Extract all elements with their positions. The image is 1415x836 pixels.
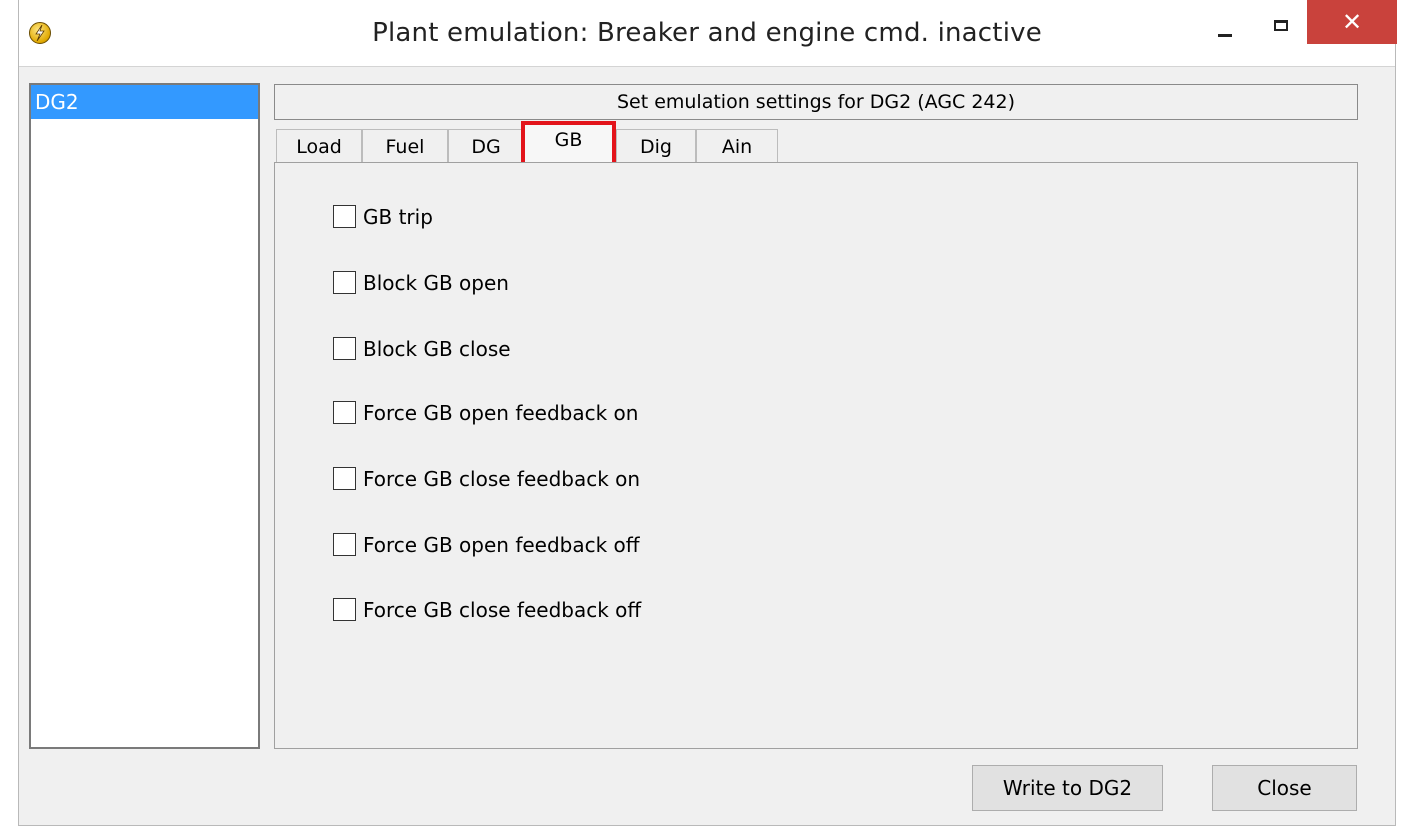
close-button[interactable]: Close [1212,765,1357,811]
close-window-button[interactable]: ✕ [1307,0,1397,44]
checkbox-label: Block GB open [363,271,509,295]
checkbox-label: Force GB open feedback on [363,401,639,425]
checkbox-label: Force GB close feedback off [363,598,642,622]
checkbox-box[interactable] [333,205,356,228]
checkbox-box[interactable] [333,271,356,294]
tab-dg[interactable]: DG [448,129,524,163]
checkbox-label: Block GB close [363,337,511,361]
checkbox-box[interactable] [333,533,356,556]
checkbox-box[interactable] [333,337,356,360]
tab-dig[interactable]: Dig [616,129,696,163]
checkbox-box[interactable] [333,467,356,490]
tab-load[interactable]: Load [276,129,362,163]
list-item[interactable]: DG2 [31,85,258,119]
checkbox-box[interactable] [333,598,356,621]
plant-emulation-window: Plant emulation: Breaker and engine cmd.… [18,0,1397,826]
close-icon: ✕ [1341,8,1363,36]
maximize-icon [1274,20,1288,31]
checkbox-label: GB trip [363,205,433,229]
window-title: Plant emulation: Breaker and engine cmd.… [372,18,1042,48]
minimize-icon [1218,34,1232,37]
checkbox-box[interactable] [333,401,356,424]
checkbox-label: Force GB close feedback on [363,467,641,491]
tab-ain[interactable]: Ain [696,129,778,163]
tab-gb[interactable]: GB [521,121,616,166]
write-to-dg2-button[interactable]: Write to DG2 [972,765,1163,811]
gb-settings-panel: GB trip Block GB open Block GB close For… [274,162,1358,749]
device-list[interactable]: DG2 [29,83,260,749]
settings-header: Set emulation settings for DG2 (AGC 242) [274,84,1358,120]
title-bar[interactable]: Plant emulation: Breaker and engine cmd.… [19,0,1397,67]
tab-fuel[interactable]: Fuel [362,129,448,163]
maximize-button[interactable] [1259,6,1305,46]
minimize-button[interactable] [1202,6,1248,46]
checkbox-label: Force GB open feedback off [363,533,640,557]
